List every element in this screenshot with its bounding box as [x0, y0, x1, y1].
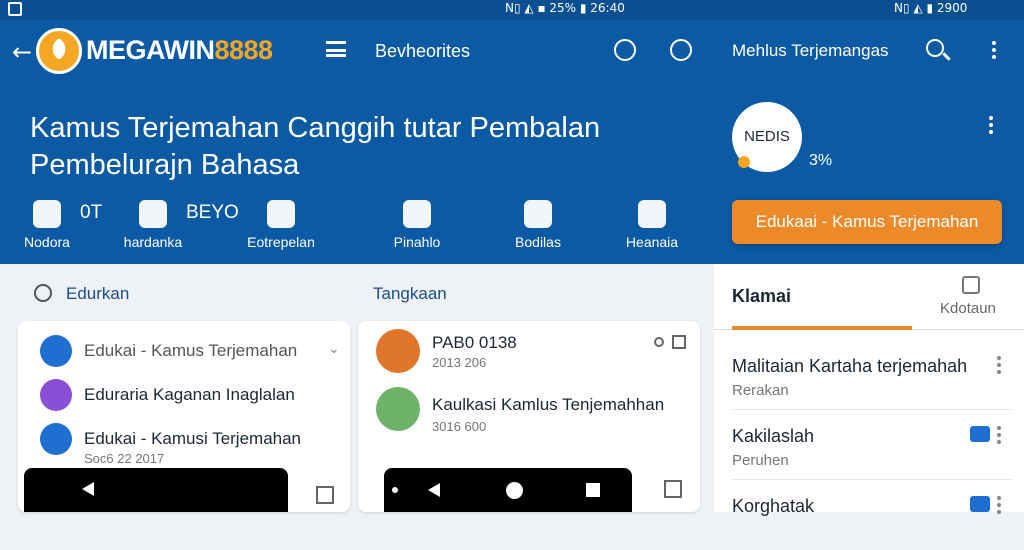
list-item[interactable]: Kaulkasi Kamlus Tenjemahhan 3016 600 — [376, 387, 686, 434]
active-tab-underline — [732, 326, 912, 330]
online-dot-icon — [738, 156, 750, 168]
list-item[interactable]: Kakilaslah Peruhen — [732, 410, 1012, 480]
tab-kdotaun[interactable]: Kdotaun — [940, 300, 996, 317]
compass-icon[interactable] — [670, 39, 692, 61]
layout-icon[interactable] — [672, 335, 686, 349]
list-item[interactable]: Eduraria Kaganan Inaglalan — [36, 379, 346, 415]
status-bar: N▯ ◭ ▪ 25% ▮ 26:40 N▯ ◭ ▮ 2900 — [0, 0, 1024, 20]
settings-icon[interactable] — [654, 337, 664, 347]
hero-banner: Kamus Terjemahan Canggih tutar Pembalan … — [0, 82, 714, 264]
recents-nav-icon[interactable] — [586, 483, 600, 497]
home-icon — [40, 423, 72, 455]
home-nav-icon[interactable] — [506, 482, 523, 499]
app-bar: ← MEGAWIN8888 Bevheorites — [0, 20, 714, 82]
tab-klamai[interactable]: Klamai — [732, 286, 791, 307]
cta-button[interactable]: Edukaai - Kamus Terjemahan — [732, 200, 1002, 244]
mid-section-label: Tangkaan — [373, 284, 447, 303]
chat-icon — [40, 335, 72, 367]
hero-title: Kamus Terjemahan Canggih tutar Pembalan … — [30, 112, 601, 181]
list-item[interactable]: Edukai - Kamus Terjemahan ⌄ — [36, 335, 346, 371]
brand-logo-icon — [36, 28, 82, 74]
secondary-title: Mehlus Terjemangas — [732, 41, 889, 60]
star-icon — [524, 200, 552, 228]
list-item[interactable]: Edukai - Kamusi Terjemahan Soc6 22 2017 — [36, 423, 346, 466]
flag-icon — [40, 379, 72, 411]
profile-card: NEDIS 3% Edukaai - Kamus Terjemahan — [714, 82, 1024, 264]
list-item[interactable]: PAB0 0138 2013 206 — [376, 329, 686, 373]
nav-bar-center — [384, 468, 632, 512]
map-icon — [638, 200, 666, 228]
app-bar-title: Bevheorites — [375, 41, 471, 61]
chevron-down-icon[interactable]: ⌄ — [328, 341, 340, 357]
list-item[interactable]: Malitaian Kartaha terjemahah Rerakan — [732, 340, 1012, 410]
secondary-app-bar: Mehlus Terjemangas — [714, 20, 1024, 82]
robot-avatar-icon — [376, 329, 420, 373]
support-icon[interactable] — [614, 39, 636, 61]
status-left-text: N▯ ◭ ▪ 25% ▮ 26:40 — [505, 1, 625, 15]
diamond-icon — [403, 200, 431, 228]
group-icon — [970, 426, 990, 442]
brand-name: MEGAWIN8888 — [86, 35, 273, 65]
notification-icon — [8, 2, 22, 16]
tab-bar: Klamai Kdotaun — [714, 264, 1024, 330]
back-nav-icon[interactable] — [82, 482, 94, 496]
back-arrow-icon[interactable]: ← — [12, 38, 32, 66]
dot-icon — [392, 487, 398, 493]
list-item[interactable]: Korghatak — [732, 480, 1012, 550]
tab-icon — [962, 276, 980, 294]
profile-more-icon[interactable] — [989, 116, 993, 120]
feature-eotrepelan[interactable]: Eotrepelan — [226, 200, 336, 250]
back-nav-icon[interactable] — [428, 483, 440, 497]
item-more-icon[interactable] — [997, 496, 1001, 500]
more-vert-icon[interactable] — [992, 41, 996, 45]
person-avatar-icon — [376, 387, 420, 431]
person-icon — [33, 200, 61, 228]
status-right-text: N▯ ◭ ▮ 2900 — [894, 1, 968, 15]
checkbox-icon[interactable] — [316, 486, 334, 504]
feature-heanaia[interactable]: Heanaia — [597, 200, 707, 250]
profile-percent: 3% — [809, 152, 833, 169]
feature-bodilas[interactable]: Bodilas — [483, 200, 593, 250]
warning-icon — [139, 200, 167, 228]
search-icon[interactable] — [34, 284, 52, 302]
checkbox-icon[interactable] — [664, 480, 682, 498]
left-section-label: Edurkan — [66, 284, 130, 303]
group-icon — [970, 496, 990, 512]
item-more-icon[interactable] — [997, 356, 1001, 360]
menu-icon[interactable] — [326, 41, 346, 57]
nav-bar-left — [24, 468, 288, 512]
right-panel: Klamai Kdotaun Malitaian Kartaha terjema… — [714, 264, 1024, 516]
item-more-icon[interactable] — [997, 426, 1001, 430]
search-icon[interactable] — [926, 39, 944, 57]
badge-icon — [267, 200, 295, 228]
feature-pinahlo[interactable]: Pinahlo — [362, 200, 472, 250]
